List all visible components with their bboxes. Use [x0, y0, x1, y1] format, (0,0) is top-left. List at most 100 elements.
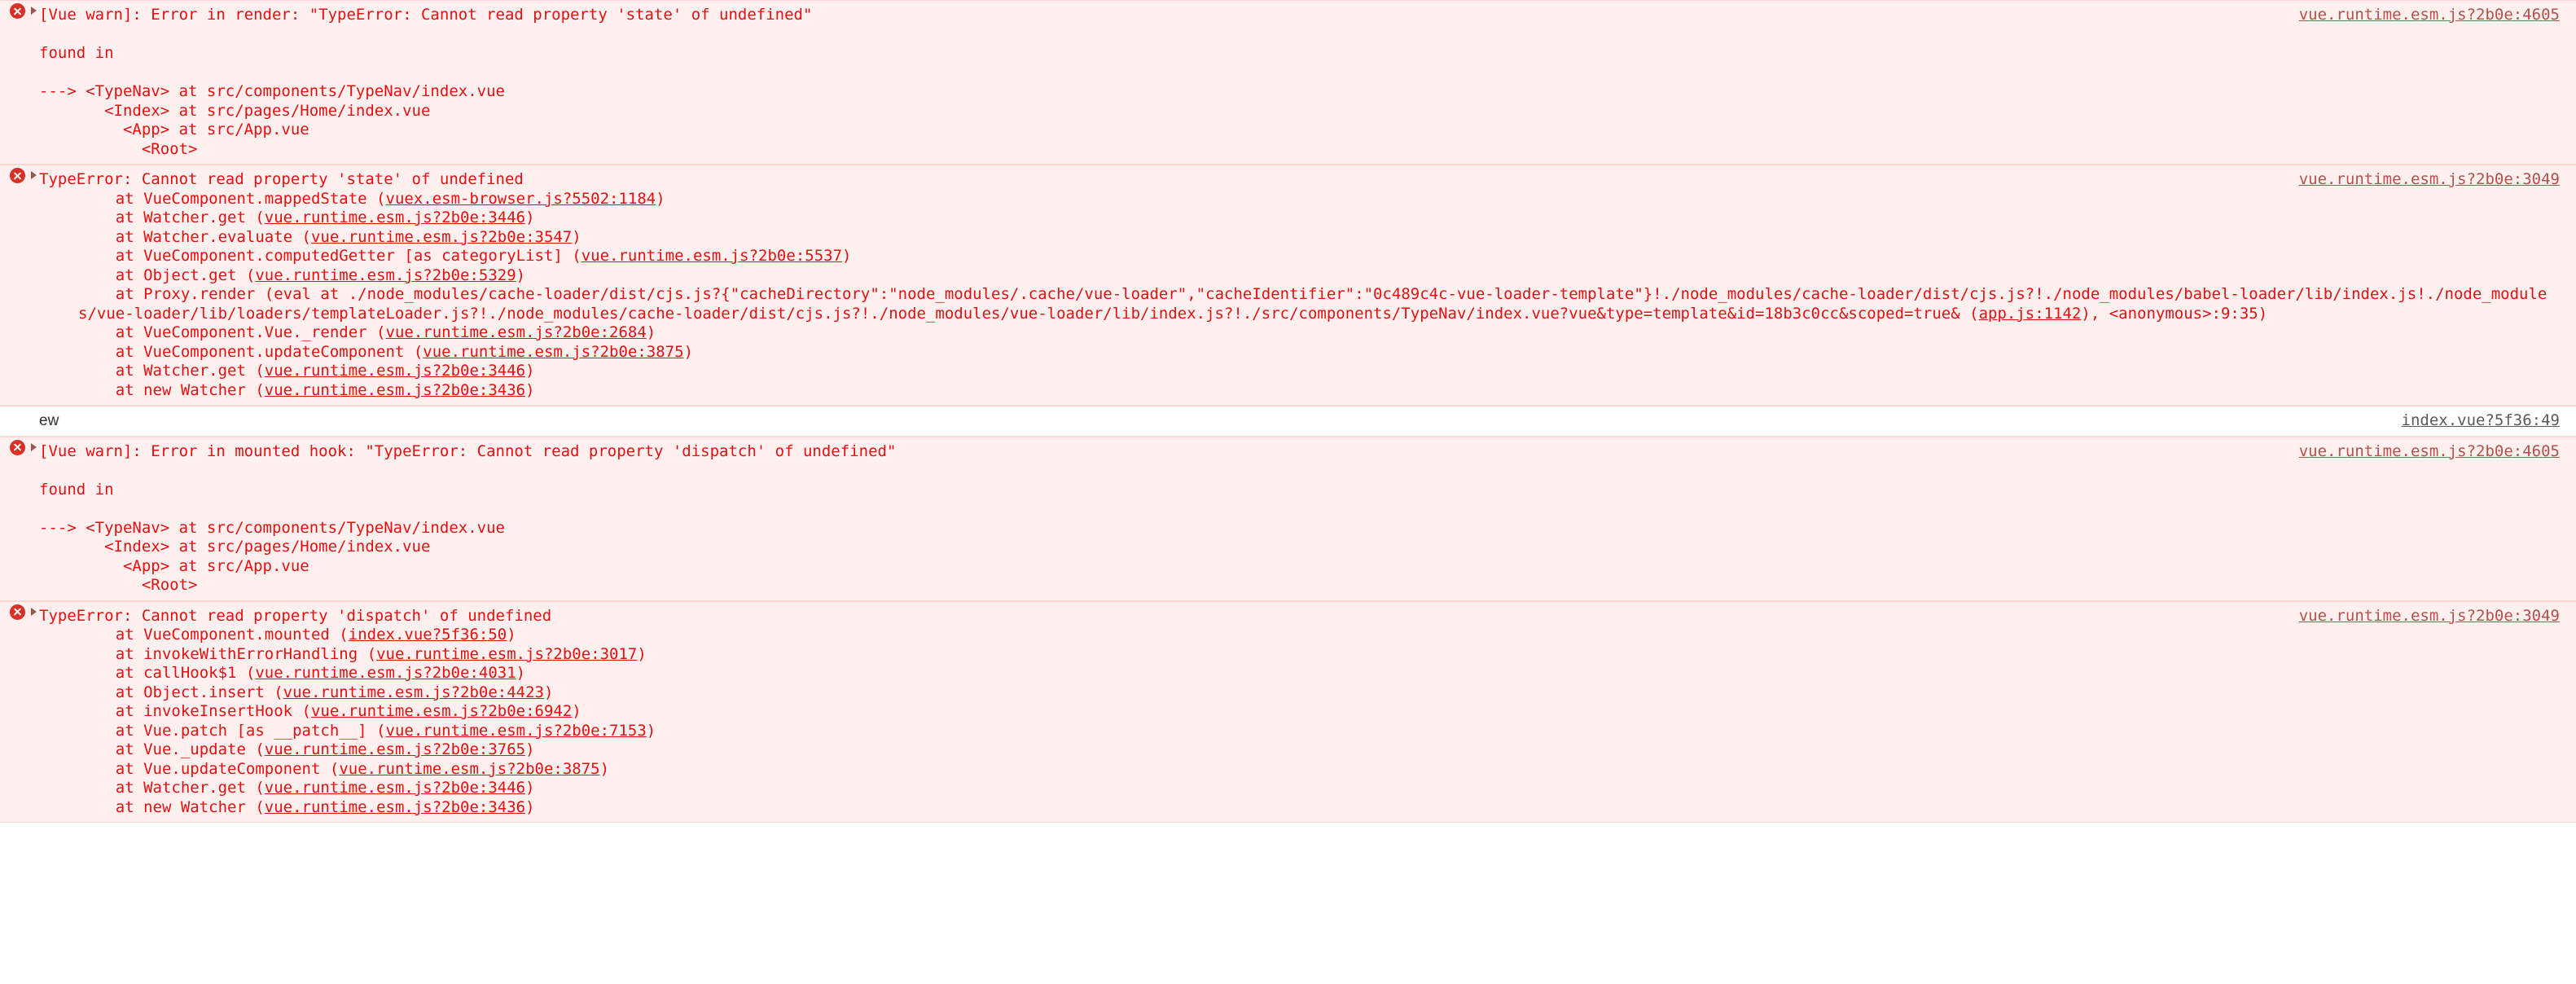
component-trace-line: <Root>: [39, 576, 198, 594]
stack-frame-tail: ): [572, 702, 581, 720]
stack-frame-tail: ), <anonymous>:9:35): [2081, 304, 2268, 323]
stack-frame-tail: ): [525, 362, 535, 380]
stack-frame: at invokeInsertHook (vue.runtime.esm.js?…: [39, 702, 2560, 722]
stack-frame-tail: ): [646, 323, 656, 341]
stack-frame-function: at Object.insert (: [78, 683, 283, 701]
stack-frame-tail: ): [516, 664, 526, 682]
stack-frame: at Watcher.evaluate (vue.runtime.esm.js?…: [39, 228, 2560, 248]
console-error-message: TypeError: Cannot read property 'state' …: [39, 170, 524, 188]
component-trace-line: ---> <TypeNav> at src/components/TypeNav…: [39, 518, 505, 537]
stack-frame: at VueComponent.Vue._render (vue.runtime…: [39, 323, 2560, 343]
component-trace: ---> <TypeNav> at src/components/TypeNav…: [39, 519, 2560, 595]
console-error-row: [Vue warn]: Error in render: "TypeError:…: [0, 0, 2576, 165]
component-trace-line: <Index> at src/pages/Home/index.vue: [39, 538, 431, 556]
console-log-message: ew: [39, 412, 59, 429]
stack-frame-source-link[interactable]: vue.runtime.esm.js?2b0e:5329: [255, 266, 516, 284]
stack-frame-tail: ): [637, 644, 647, 663]
stack-frame-source-link[interactable]: vue.runtime.esm.js?2b0e:4031: [255, 664, 516, 682]
stack-frame-tail: ): [516, 266, 526, 284]
stack-frame: at VueComponent.computedGetter [as categ…: [39, 247, 2560, 266]
console-log-row: ew index.vue?5f36:49: [0, 406, 2576, 437]
stack-frame-function: at Vue._update (: [78, 740, 265, 758]
component-trace-line: <Index> at src/pages/Home/index.vue: [39, 101, 431, 120]
console-error-message: [Vue warn]: Error in render: "TypeError:…: [39, 6, 813, 24]
stack-frame-source-link[interactable]: vue.runtime.esm.js?2b0e:3875: [423, 343, 683, 361]
stack-frame-tail: ): [525, 209, 535, 226]
stack-frame: at Watcher.get (vue.runtime.esm.js?2b0e:…: [39, 209, 2560, 228]
console-source-anchor[interactable]: vue.runtime.esm.js?2b0e:4605: [2299, 6, 2560, 25]
error-stack-trace: at VueComponent.mappedState (vuex.esm-br…: [39, 190, 2560, 401]
devtools-console-panel[interactable]: [Vue warn]: Error in render: "TypeError:…: [0, 0, 2576, 823]
error-stack-trace: at VueComponent.mounted (index.vue?5f36:…: [39, 626, 2560, 817]
component-trace-header: found in: [39, 44, 114, 62]
console-source-anchor[interactable]: vue.runtime.esm.js?2b0e:4605: [2299, 442, 2560, 462]
console-row-content: TypeError: Cannot read property 'state' …: [0, 170, 2576, 400]
console-row-content: [Vue warn]: Error in render: "TypeError:…: [0, 6, 2576, 159]
console-error-row: TypeError: Cannot read property 'state' …: [0, 165, 2576, 406]
stack-frame-function: at VueComponent.computedGetter [as categ…: [78, 247, 581, 265]
stack-frame-source-link[interactable]: vue.runtime.esm.js?2b0e:5537: [581, 247, 842, 265]
stack-frame-function: at VueComponent.mappedState (: [78, 189, 386, 208]
console-row-content: [Vue warn]: Error in mounted hook: "Type…: [0, 442, 2576, 595]
stack-frame-source-link[interactable]: vue.runtime.esm.js?2b0e:4423: [283, 683, 544, 701]
stack-frame-function: at Vue.updateComponent (: [78, 759, 340, 778]
console-source-anchor[interactable]: vue.runtime.esm.js?2b0e:3049: [2299, 607, 2560, 626]
stack-frame-tail: ): [543, 683, 554, 701]
stack-frame-source-link[interactable]: vue.runtime.esm.js?2b0e:3436: [265, 798, 525, 816]
stack-frame-function: at callHook$1 (: [78, 664, 256, 682]
console-error-row: [Vue warn]: Error in mounted hook: "Type…: [0, 436, 2576, 601]
stack-frame-function: at VueComponent.Vue._render (: [78, 323, 386, 341]
stack-frame-function: at Watcher.get (: [78, 209, 265, 226]
component-trace-line: <App> at src/App.vue: [39, 121, 309, 138]
stack-frame-tail: ): [525, 797, 535, 816]
stack-frame: at new Watcher (vue.runtime.esm.js?2b0e:…: [39, 798, 2560, 818]
stack-frame-function: at invokeInsertHook (: [78, 702, 311, 720]
stack-frame-source-link[interactable]: vue.runtime.esm.js?2b0e:2684: [386, 323, 647, 341]
stack-frame-tail: ): [646, 721, 656, 740]
stack-frame-function: at new Watcher (: [78, 797, 265, 816]
stack-frame-tail: ): [507, 626, 516, 644]
stack-frame: at callHook$1 (vue.runtime.esm.js?2b0e:4…: [39, 664, 2560, 683]
stack-frame-source-link[interactable]: vue.runtime.esm.js?2b0e:6942: [311, 702, 572, 720]
console-source-anchor[interactable]: vue.runtime.esm.js?2b0e:3049: [2299, 170, 2560, 190]
stack-frame-source-link[interactable]: app.js:1142: [1979, 305, 2082, 323]
stack-frame-function: at Watcher.evaluate (: [78, 227, 311, 246]
stack-frame: at Object.insert (vue.runtime.esm.js?2b0…: [39, 683, 2560, 703]
component-trace-line: ---> <TypeNav> at src/components/TypeNav…: [39, 82, 505, 100]
stack-frame-source-link[interactable]: index.vue?5f36:50: [349, 626, 507, 644]
stack-frame: at Proxy.render (eval at ./node_modules/…: [39, 285, 2560, 323]
stack-frame-function: at VueComponent.updateComponent (: [78, 342, 423, 361]
stack-frame-source-link[interactable]: vue.runtime.esm.js?2b0e:3547: [311, 228, 572, 246]
component-trace-line: <Root>: [39, 139, 198, 158]
stack-frame-source-link[interactable]: vuex.esm-browser.js?5502:1184: [386, 190, 656, 208]
stack-frame-function: at Vue.patch [as __patch__] (: [78, 721, 386, 740]
stack-frame: at Vue._update (vue.runtime.esm.js?2b0e:…: [39, 740, 2560, 760]
stack-frame-source-link[interactable]: vue.runtime.esm.js?2b0e:3765: [265, 740, 525, 758]
stack-frame-function: at Object.get (: [78, 266, 256, 284]
stack-frame-source-link[interactable]: vue.runtime.esm.js?2b0e:3446: [265, 779, 525, 797]
stack-frame: at VueComponent.updateComponent (vue.run…: [39, 343, 2560, 362]
stack-frame-tail: ): [683, 342, 694, 361]
stack-frame: at Watcher.get (vue.runtime.esm.js?2b0e:…: [39, 362, 2560, 381]
stack-frame-source-link[interactable]: vue.runtime.esm.js?2b0e:3446: [265, 362, 525, 380]
stack-frame: at Vue.patch [as __patch__] (vue.runtime…: [39, 722, 2560, 741]
stack-frame-function: at Watcher.get (: [78, 779, 265, 797]
stack-frame: at VueComponent.mounted (index.vue?5f36:…: [39, 626, 2560, 645]
component-trace-line: <App> at src/App.vue: [39, 556, 309, 575]
stack-frame-tail: ): [525, 779, 535, 797]
console-error-row: TypeError: Cannot read property 'dispatc…: [0, 600, 2576, 823]
stack-frame-tail: ): [599, 759, 610, 778]
stack-frame-source-link[interactable]: vue.runtime.esm.js?2b0e:7153: [386, 722, 647, 740]
console-row-content: TypeError: Cannot read property 'dispatc…: [0, 607, 2576, 818]
stack-frame-source-link[interactable]: vue.runtime.esm.js?2b0e:3446: [265, 209, 525, 226]
stack-frame-source-link[interactable]: vue.runtime.esm.js?2b0e:3017: [376, 645, 637, 663]
console-source-anchor[interactable]: index.vue?5f36:49: [2402, 411, 2560, 431]
stack-frame: at Object.get (vue.runtime.esm.js?2b0e:5…: [39, 266, 2560, 286]
component-trace: ---> <TypeNav> at src/components/TypeNav…: [39, 82, 2560, 159]
stack-frame-source-link[interactable]: vue.runtime.esm.js?2b0e:3875: [339, 760, 599, 778]
console-error-message: [Vue warn]: Error in mounted hook: "Type…: [39, 441, 897, 460]
stack-frame-source-link[interactable]: vue.runtime.esm.js?2b0e:3436: [265, 381, 525, 399]
